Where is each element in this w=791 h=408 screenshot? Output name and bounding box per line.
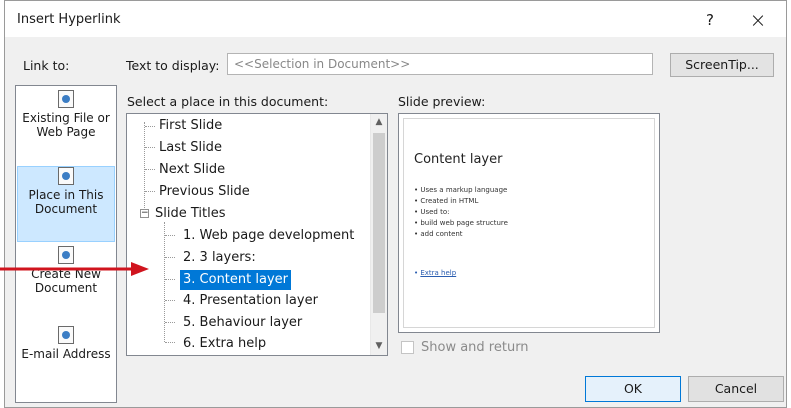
slide-extra-help-link: • Extra help — [414, 269, 456, 277]
tree-line — [165, 235, 175, 236]
tree-line — [145, 126, 155, 127]
slide-bullet: • Used to: — [414, 208, 450, 216]
slide-bullets: • Uses a markup language • Created in HT… — [414, 185, 508, 240]
tree-item-slide-6[interactable]: 6. Extra help — [183, 334, 266, 354]
place-tree[interactable]: − First Slide Last Slide Next Slide Prev… — [126, 113, 388, 356]
tree-item-slide-2[interactable]: 2. 3 layers: — [183, 248, 256, 268]
slide-bullet: • Created in HTML — [414, 197, 479, 205]
ok-button[interactable]: OK — [585, 376, 681, 402]
tree-line — [165, 342, 175, 343]
show-and-return-checkbox[interactable] — [401, 341, 414, 354]
tree-item-first-slide[interactable]: First Slide — [159, 116, 222, 136]
link-to-label: Link to: — [23, 58, 70, 73]
link-to-place-in-document[interactable]: Place in This Document — [17, 166, 115, 242]
slide-title: Content layer — [414, 152, 503, 167]
tree-item-next-slide[interactable]: Next Slide — [159, 160, 225, 180]
slide-link-text: Extra help — [420, 269, 457, 277]
tree-line — [165, 279, 175, 280]
tree-scrollbar[interactable]: ▲ ▼ — [370, 114, 387, 355]
cancel-button[interactable]: Cancel — [688, 376, 784, 402]
tree-line — [165, 300, 175, 301]
tree-item-slide-1[interactable]: 1. Web page development — [183, 226, 354, 246]
slide-preview: Content layer • Uses a markup language •… — [398, 113, 660, 333]
tree-line — [165, 257, 175, 258]
tree-item-slide-titles[interactable]: Slide Titles — [155, 204, 226, 224]
slide-bullet: • build web page structure — [414, 219, 508, 227]
tree-item-last-slide[interactable]: Last Slide — [159, 138, 222, 158]
collapse-icon[interactable]: − — [140, 209, 149, 218]
annotation-arrow-icon — [0, 262, 149, 276]
link-to-existing-file-label: Existing File or Web Page — [22, 111, 110, 139]
tree-line — [145, 169, 155, 170]
close-button[interactable]: × — [745, 8, 771, 32]
tree-item-slide-5[interactable]: 5. Behaviour layer — [183, 313, 302, 333]
tree-line — [165, 322, 175, 323]
slide-thumbnail: Content layer • Uses a markup language •… — [403, 118, 655, 328]
link-to-email-address-label: E-mail Address — [21, 347, 111, 361]
screentip-button[interactable]: ScreenTip... — [670, 53, 774, 77]
place-list-label: Select a place in this document: — [127, 94, 329, 109]
document-place-icon — [58, 167, 74, 185]
text-to-display-input[interactable]: <<Selection in Document>> — [227, 53, 653, 75]
insert-hyperlink-dialog: Insert Hyperlink ? × Link to: Text to di… — [4, 0, 787, 408]
tree-line — [144, 122, 145, 214]
slide-bullet: • add content — [414, 230, 463, 238]
text-to-display-label: Text to display: — [126, 58, 220, 73]
email-icon — [58, 326, 74, 344]
tree-item-previous-slide[interactable]: Previous Slide — [159, 182, 250, 202]
scroll-down-icon[interactable]: ▼ — [371, 338, 387, 355]
scroll-thumb[interactable] — [373, 133, 385, 313]
link-to-existing-file[interactable]: Existing File or Web Page — [17, 90, 115, 166]
title-bar: Insert Hyperlink ? × — [5, 1, 786, 37]
slide-preview-label: Slide preview: — [398, 94, 486, 109]
link-to-panel: Existing File or Web Page Place in This … — [15, 85, 117, 403]
help-button[interactable]: ? — [699, 9, 721, 31]
tree-item-slide-4[interactable]: 4. Presentation layer — [183, 291, 318, 311]
show-and-return-label: Show and return — [421, 340, 529, 355]
link-to-create-new-document[interactable]: Create New Document — [17, 246, 115, 322]
link-to-email-address[interactable]: E-mail Address — [17, 326, 115, 402]
document-globe-icon — [58, 90, 74, 108]
slide-bullet: • Uses a markup language — [414, 186, 508, 194]
scroll-up-icon[interactable]: ▲ — [371, 114, 387, 131]
tree-line — [164, 222, 165, 342]
tree-item-slide-3[interactable]: 3. Content layer — [180, 270, 291, 290]
tree-line — [145, 191, 155, 192]
tree-line — [145, 147, 155, 148]
dialog-title: Insert Hyperlink — [17, 12, 121, 27]
link-to-place-in-document-label: Place in This Document — [28, 188, 104, 216]
